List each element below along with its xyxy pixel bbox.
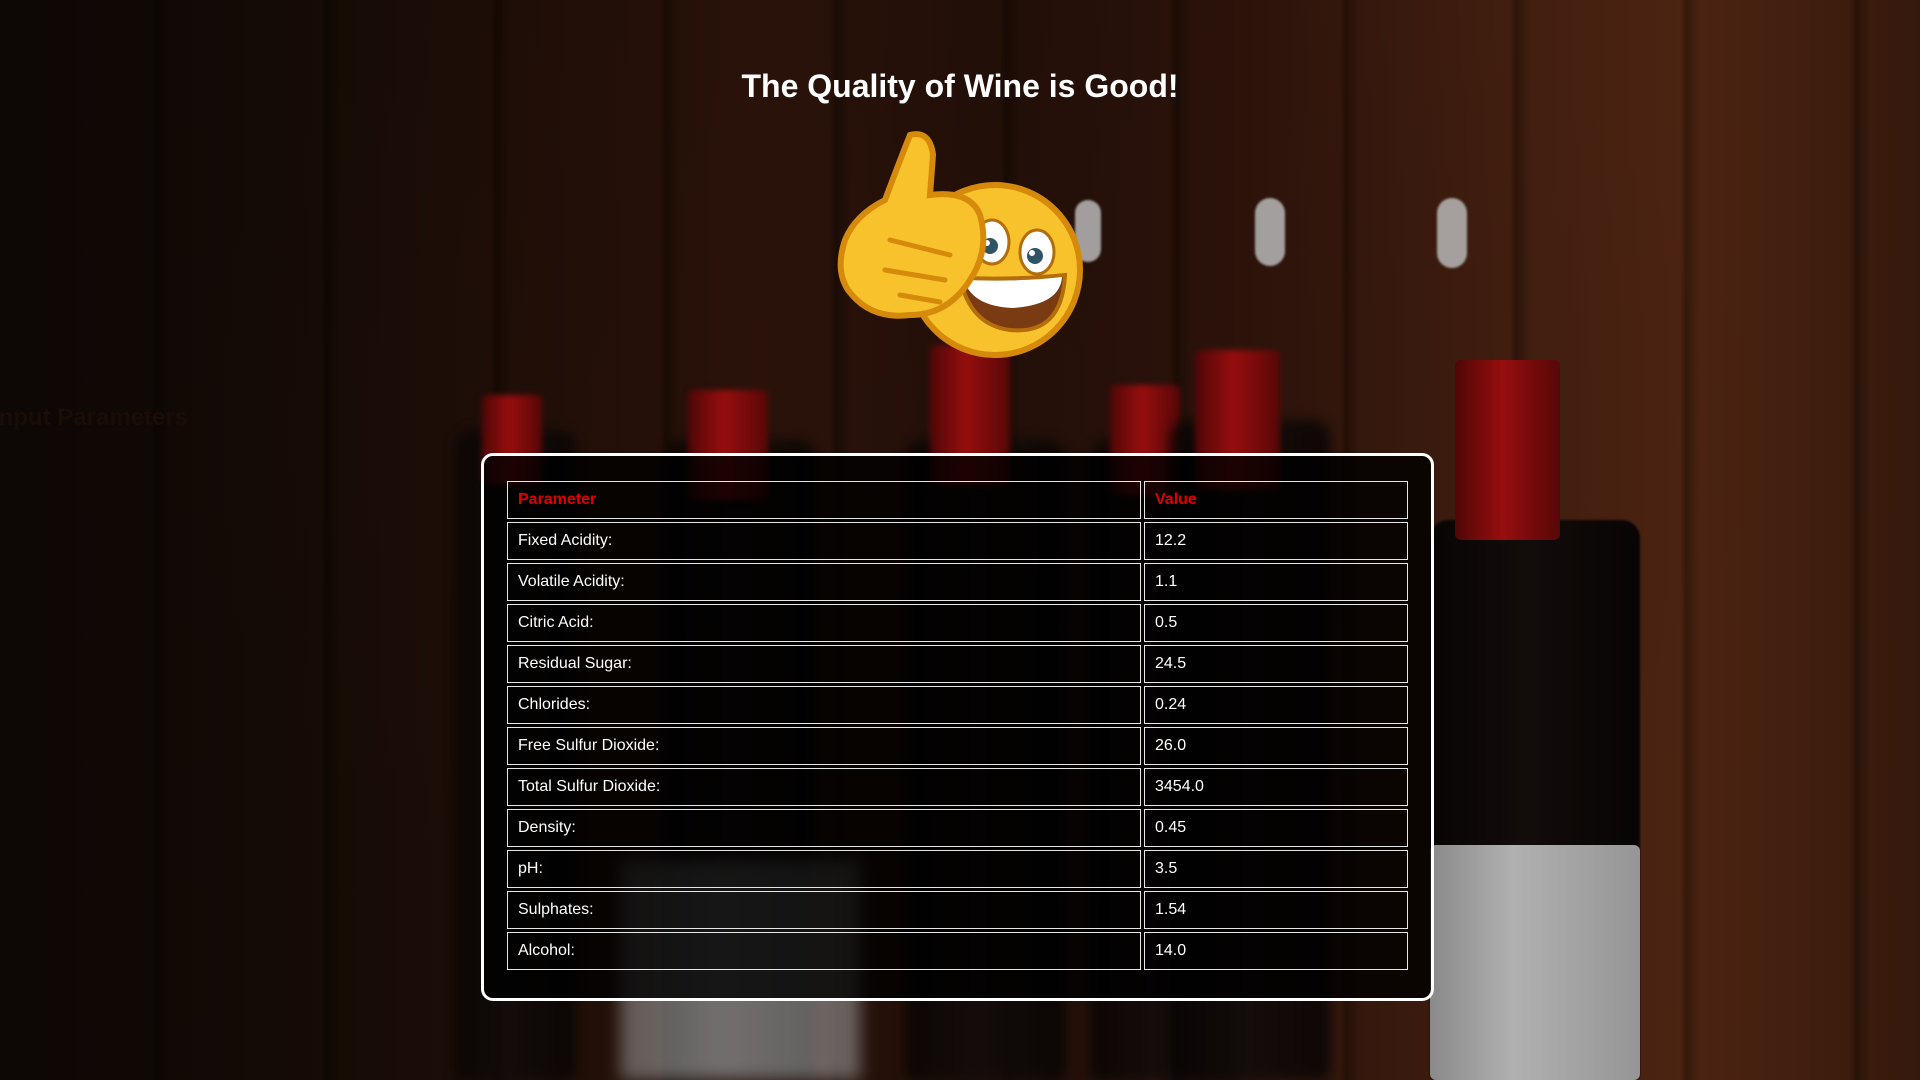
- row-label: Total Sulfur Dioxide:: [507, 768, 1141, 806]
- table-row: Volatile Acidity: 1.1: [507, 563, 1408, 601]
- parameters-card: Parameter Value Fixed Acidity: 12.2 Vola…: [481, 453, 1434, 1001]
- row-value: 3454.0: [1144, 768, 1408, 806]
- row-value: 3.5: [1144, 850, 1408, 888]
- parameters-table: Parameter Value Fixed Acidity: 12.2 Vola…: [504, 478, 1411, 973]
- row-value: 1.1: [1144, 563, 1408, 601]
- column-header-value: Value: [1144, 481, 1408, 519]
- row-label: Sulphates:: [507, 891, 1141, 929]
- row-value: 24.5: [1144, 645, 1408, 683]
- row-value: 0.5: [1144, 604, 1408, 642]
- row-label: Alcohol:: [507, 932, 1141, 970]
- table-row: Fixed Acidity: 12.2: [507, 522, 1408, 560]
- row-value: 1.54: [1144, 891, 1408, 929]
- column-header-parameter: Parameter: [507, 481, 1141, 519]
- row-value: 0.45: [1144, 809, 1408, 847]
- table-row: Citric Acid: 0.5: [507, 604, 1408, 642]
- table-row: Density: 0.45: [507, 809, 1408, 847]
- table-header-row: Parameter Value: [507, 481, 1408, 519]
- table-row: Total Sulfur Dioxide: 3454.0: [507, 768, 1408, 806]
- row-value: 26.0: [1144, 727, 1408, 765]
- row-label: Citric Acid:: [507, 604, 1141, 642]
- table-row: Sulphates: 1.54: [507, 891, 1408, 929]
- row-label: Residual Sugar:: [507, 645, 1141, 683]
- table-row: Chlorides: 0.24: [507, 686, 1408, 724]
- row-label: pH:: [507, 850, 1141, 888]
- result-title: The Quality of Wine is Good!: [741, 68, 1179, 104]
- row-label: Fixed Acidity:: [507, 522, 1141, 560]
- row-value: 14.0: [1144, 932, 1408, 970]
- row-label: Free Sulfur Dioxide:: [507, 727, 1141, 765]
- table-row: pH: 3.5: [507, 850, 1408, 888]
- row-value: 12.2: [1144, 522, 1408, 560]
- row-label: Density:: [507, 809, 1141, 847]
- page: The Quality of Wine is Good! Input Param…: [0, 0, 1920, 1080]
- table-row: Free Sulfur Dioxide: 26.0: [507, 727, 1408, 765]
- table-row: Residual Sugar: 24.5: [507, 645, 1408, 683]
- input-parameters-heading: Input Parameters: [0, 404, 189, 431]
- row-label: Chlorides:: [507, 686, 1141, 724]
- table-row: Alcohol: 14.0: [507, 932, 1408, 970]
- row-label: Volatile Acidity:: [507, 563, 1141, 601]
- thumbs-up-emoji-icon: [830, 130, 1090, 370]
- row-value: 0.24: [1144, 686, 1408, 724]
